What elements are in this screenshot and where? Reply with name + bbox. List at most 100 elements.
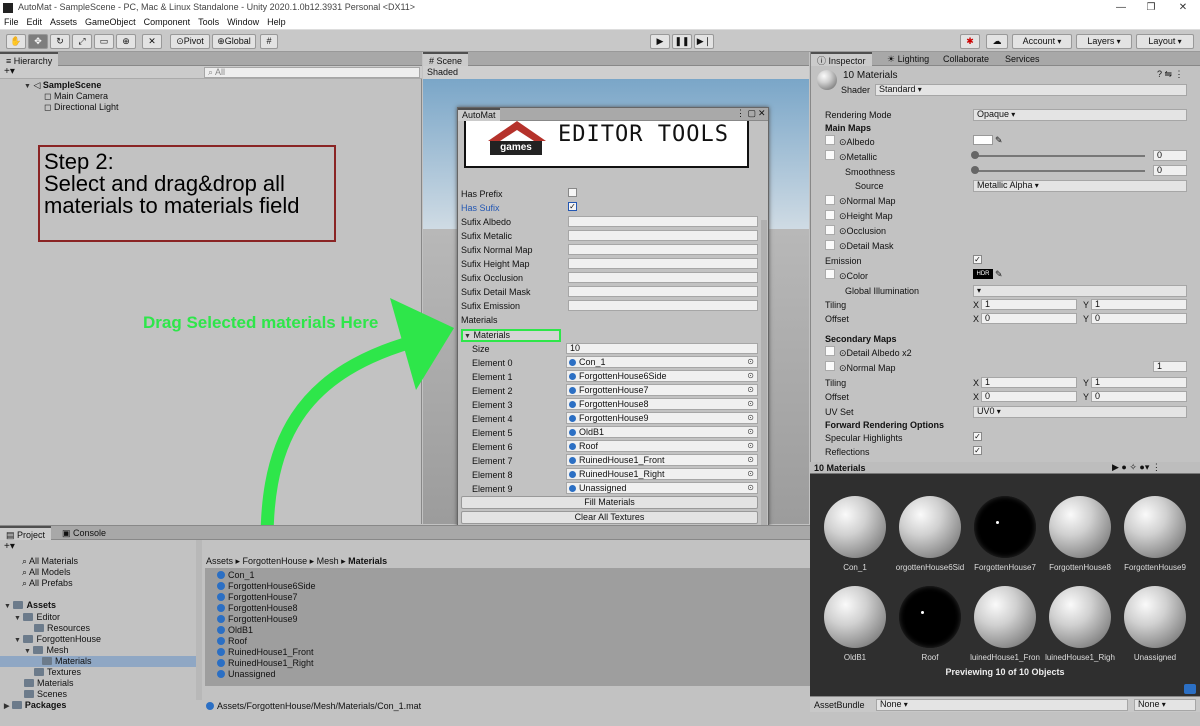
menu-tools[interactable]: Tools xyxy=(194,16,223,27)
collab-icon[interactable]: ✱ xyxy=(960,34,980,49)
tab-inspector[interactable]: ⓘ Inspector xyxy=(811,52,872,66)
close-button[interactable]: ✕ xyxy=(1172,1,1194,15)
emission-color-slot[interactable] xyxy=(825,269,835,279)
material-object-field[interactable]: Con_1 xyxy=(566,356,758,368)
automat-scrollbar[interactable] xyxy=(761,220,767,540)
tab-automat[interactable]: AutoMat xyxy=(458,108,500,121)
sufix-height-input[interactable] xyxy=(568,258,758,269)
offset2-y-input[interactable]: 0 xyxy=(1091,391,1187,402)
shader-dropdown[interactable]: Standard xyxy=(875,84,1187,96)
material-object-field[interactable]: ForgottenHouse9 xyxy=(566,412,758,424)
hand-tool-icon[interactable]: ✋ xyxy=(6,34,26,49)
sufix-metalic-input[interactable] xyxy=(568,230,758,241)
custom-tool-icon[interactable]: ✕ xyxy=(142,34,162,49)
detail-normal-scale[interactable]: 1 xyxy=(1153,361,1187,372)
tab-hierarchy[interactable]: ≡ Hierarchy xyxy=(0,52,59,66)
sufix-detail-input[interactable] xyxy=(568,286,758,297)
menu-assets[interactable]: Assets xyxy=(46,16,81,27)
scale-tool-icon[interactable]: ⤢ xyxy=(72,34,92,49)
account-dropdown[interactable]: Account xyxy=(1012,34,1072,49)
uv-set-dropdown[interactable]: UV0 xyxy=(973,406,1187,418)
tab-scene[interactable]: # Scene xyxy=(423,52,469,66)
breadcrumb-item[interactable]: ForgottenHouse xyxy=(243,556,308,566)
offset2-x-input[interactable]: 0 xyxy=(981,391,1077,402)
asset-file[interactable]: RuinedHouse1_Right xyxy=(205,658,810,669)
eyedropper-icon[interactable]: ✎ xyxy=(995,135,1003,146)
material-object-field[interactable]: RuinedHouse1_Front xyxy=(566,454,758,466)
menu-gameobject[interactable]: GameObject xyxy=(81,16,140,27)
smoothness-slider-knob[interactable] xyxy=(971,166,979,174)
occlusion-slot[interactable] xyxy=(825,225,835,235)
metallic-slider-knob[interactable] xyxy=(971,151,979,159)
asset-file[interactable]: ForgottenHouse6Side xyxy=(205,581,810,592)
pivot-toggle[interactable]: ⊙Pivot xyxy=(170,34,210,49)
material-object-field[interactable]: ForgottenHouse7 xyxy=(566,384,758,396)
folder-item[interactable]: Textures xyxy=(34,667,81,678)
packages-root[interactable]: ▶ Packages xyxy=(4,700,66,712)
cloud-icon[interactable]: ☁ xyxy=(986,34,1008,49)
source-dropdown[interactable]: Metallic Alpha xyxy=(973,180,1187,192)
step-button[interactable]: ▶❘ xyxy=(694,34,714,49)
favorite-item[interactable]: ⌕ All Prefabs xyxy=(22,578,73,589)
asset-file[interactable]: ForgottenHouse7 xyxy=(205,592,810,603)
material-object-field[interactable]: ForgottenHouse8 xyxy=(566,398,758,410)
tiling-x-input[interactable]: 1 xyxy=(981,299,1077,310)
tiling2-y-input[interactable]: 1 xyxy=(1091,377,1187,388)
menu-window[interactable]: Window xyxy=(223,16,263,27)
breadcrumb-item[interactable]: Assets xyxy=(206,556,233,566)
breadcrumb-item[interactable]: Mesh xyxy=(317,556,339,566)
rect-tool-icon[interactable]: ▭ xyxy=(94,34,114,49)
folder-item-selected[interactable]: Materials xyxy=(0,656,196,667)
material-sphere[interactable] xyxy=(974,496,1036,558)
pause-button[interactable]: ❚❚ xyxy=(672,34,692,49)
tab-console[interactable]: ▣ Console xyxy=(56,526,112,540)
tab-collaborate[interactable]: Collaborate xyxy=(937,52,995,66)
move-tool-icon[interactable]: ✥ xyxy=(28,34,48,49)
material-sphere[interactable] xyxy=(899,586,961,648)
transform-tool-icon[interactable]: ⊕ xyxy=(116,34,136,49)
preview-controls-icon[interactable]: ▶ ● ✧ ●▾ ⋮ xyxy=(1112,462,1161,473)
tab-project[interactable]: ▤ Project xyxy=(0,526,52,540)
asset-bundle-dropdown[interactable]: None xyxy=(876,699,1128,711)
menu-help[interactable]: Help xyxy=(263,16,290,27)
asset-file[interactable]: Con_1 xyxy=(205,570,810,581)
height-map-slot[interactable] xyxy=(825,210,835,220)
smoothness-slider[interactable] xyxy=(975,170,1145,172)
play-button[interactable]: ▶ xyxy=(650,34,670,49)
sufix-occlusion-input[interactable] xyxy=(568,272,758,283)
rotate-tool-icon[interactable]: ↻ xyxy=(50,34,70,49)
detail-normal-slot[interactable] xyxy=(825,361,835,371)
sufix-normal-input[interactable] xyxy=(568,244,758,255)
global-toggle[interactable]: ⊕Global xyxy=(212,34,256,49)
has-sufix-checkbox[interactable]: ✓ xyxy=(568,202,577,211)
material-sphere[interactable] xyxy=(824,496,886,558)
layout-dropdown[interactable]: Layout xyxy=(1136,34,1194,49)
menu-edit[interactable]: Edit xyxy=(23,16,47,27)
material-object-field[interactable]: OldB1 xyxy=(566,426,758,438)
favorite-item[interactable]: ⌕ All Models xyxy=(22,567,71,578)
asset-file[interactable]: RuinedHouse1_Front xyxy=(205,647,810,658)
has-prefix-checkbox[interactable] xyxy=(568,188,577,197)
tiling2-x-input[interactable]: 1 xyxy=(981,377,1077,388)
folder-item[interactable]: Materials xyxy=(24,678,74,689)
hdr-color-swatch[interactable]: HDR xyxy=(973,269,993,279)
hierarchy-search-input[interactable]: ⌕ All xyxy=(204,67,420,78)
albedo-slot[interactable] xyxy=(825,135,835,145)
reflections-checkbox[interactable]: ✓ xyxy=(973,446,982,455)
asset-file[interactable]: OldB1 xyxy=(205,625,810,636)
tab-services[interactable]: Services xyxy=(999,52,1046,66)
asset-variant-dropdown[interactable]: None xyxy=(1134,699,1196,711)
automat-menu-icon[interactable]: ⋮ ▢ xyxy=(736,108,756,119)
sufix-albedo-input[interactable] xyxy=(568,216,758,227)
asset-label-icon[interactable] xyxy=(1184,684,1196,694)
emission-eyedropper-icon[interactable]: ✎ xyxy=(995,269,1003,280)
material-sphere[interactable] xyxy=(1124,586,1186,648)
minimize-button[interactable]: — xyxy=(1110,1,1132,15)
tab-lighting[interactable]: ☀ Lighting xyxy=(881,52,935,66)
automat-close-icon[interactable]: ✕ xyxy=(758,108,766,119)
shading-mode[interactable]: Shaded xyxy=(427,67,458,77)
folder-item[interactable]: Resources xyxy=(34,623,90,634)
breadcrumb-item[interactable]: Materials xyxy=(348,556,387,566)
global-illumination-dropdown[interactable] xyxy=(973,285,1187,297)
specular-checkbox[interactable]: ✓ xyxy=(973,432,982,441)
